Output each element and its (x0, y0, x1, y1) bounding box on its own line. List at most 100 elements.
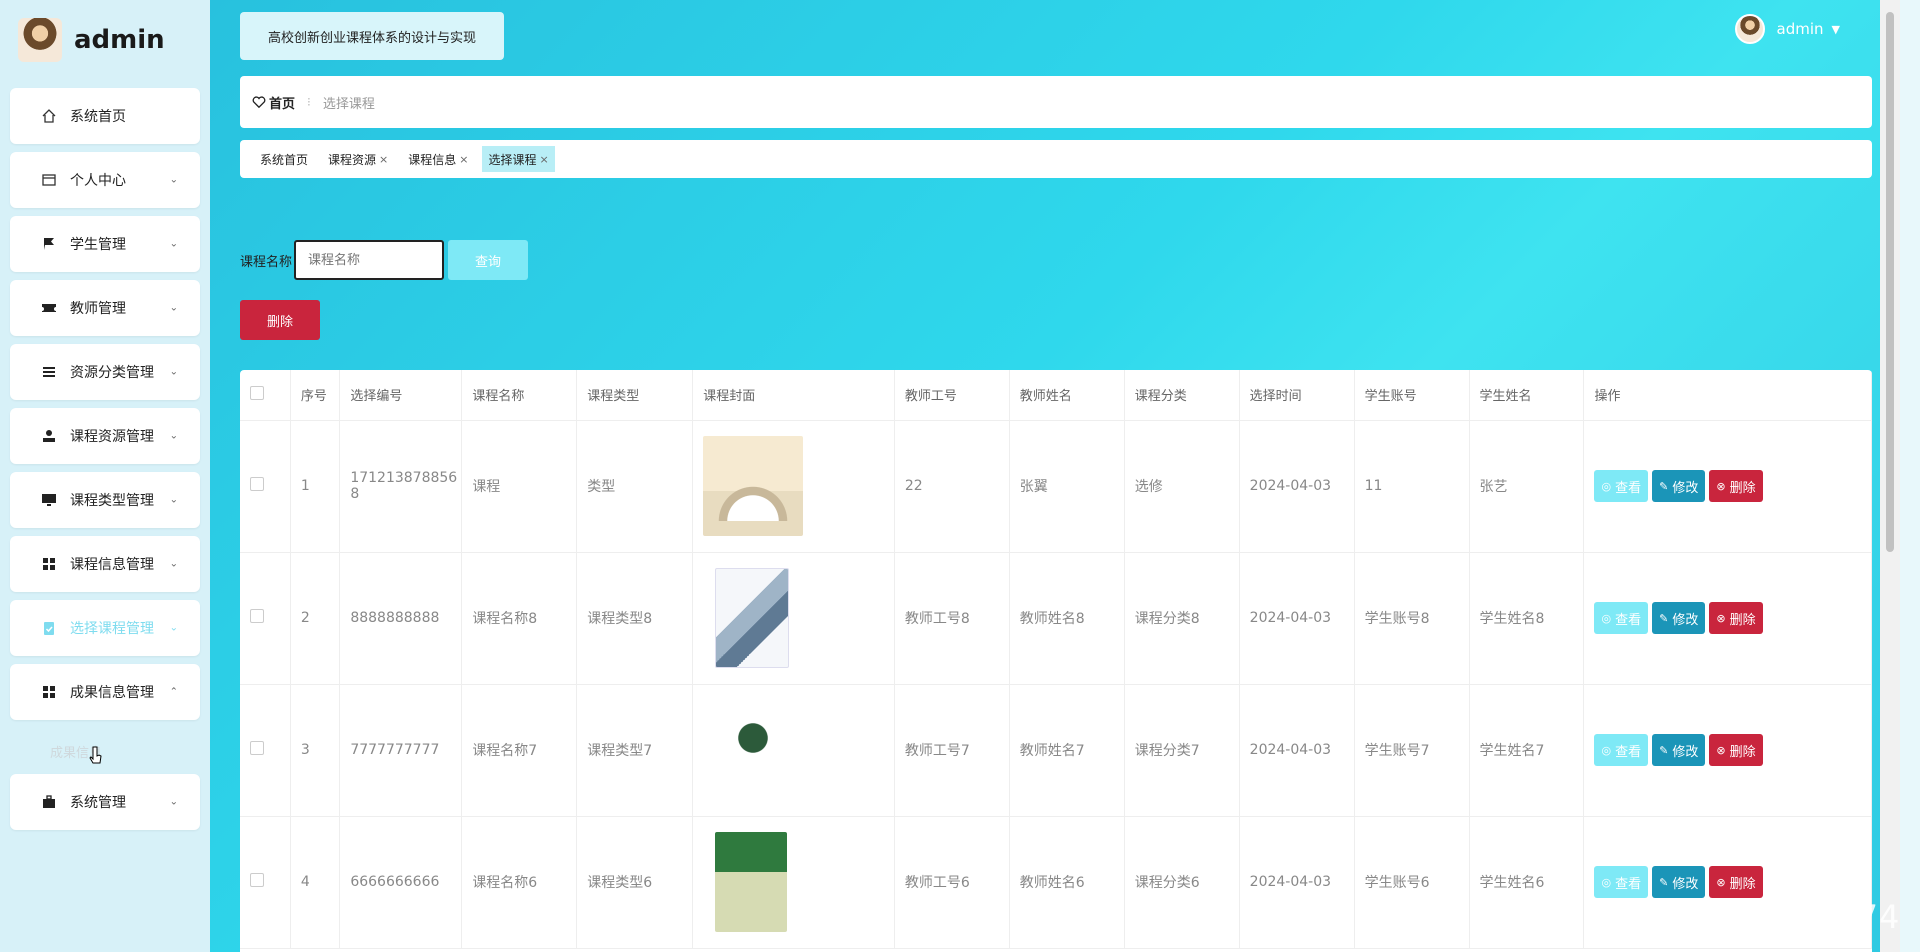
cell-student-no: 学生账号7 (1354, 684, 1470, 817)
sidebar-item-course-info[interactable]: 课程信息管理 ⌄ (10, 536, 200, 592)
cell-actions: ◎ 查看 ✎ 修改 ⊗ 删除 (1583, 684, 1872, 817)
delete-label: 删除 (1729, 612, 1756, 628)
breadcrumb-home-label: 首页 (269, 96, 296, 112)
tab-course-resource[interactable]: 课程资源 × (322, 146, 394, 172)
sidebar-item-label: 选择课程管理 (70, 621, 154, 637)
scrollbar-thumb[interactable] (1886, 12, 1894, 552)
tab-label: 课程资源 (328, 152, 377, 167)
column-header: 课程封面 (692, 370, 895, 421)
pencil-icon: ✎ (1659, 479, 1669, 493)
edit-button[interactable]: ✎ 修改 (1652, 470, 1706, 502)
close-icon[interactable]: × (379, 153, 388, 166)
delete-circle-icon: ⊗ (1716, 479, 1726, 493)
avatar (18, 18, 62, 62)
cell-category: 课程分类7 (1124, 684, 1240, 817)
edit-button[interactable]: ✎ 修改 (1652, 734, 1706, 766)
user-menu[interactable]: admin ▼ (1734, 14, 1840, 44)
cell-student-name: 学生姓名8 (1469, 552, 1585, 685)
sidebar-item-achievement[interactable]: 成果信息管理 ⌃ (10, 664, 200, 720)
vertical-scrollbar[interactable] (1880, 0, 1900, 952)
column-header: 学生姓名 (1469, 370, 1585, 421)
sidebar-item-course-resource[interactable]: 课程资源管理 ⌄ (10, 408, 200, 464)
column-header: 学生账号 (1354, 370, 1470, 421)
data-table: 序号 选择编号 课程名称 课程类型 课程封面 教师工号 教师姓名 课程分类 选择… (240, 370, 1872, 952)
person-icon (40, 427, 58, 445)
sidebar-item-label: 课程信息管理 (70, 557, 154, 573)
tab-course-info[interactable]: 课程信息 × (402, 146, 474, 172)
cell-teacher-name: 教师姓名7 (1009, 684, 1125, 817)
pencil-icon: ✎ (1659, 743, 1669, 757)
cell-teacher-no: 教师工号7 (894, 684, 1010, 817)
sidebar-item-course-type[interactable]: 课程类型管理 ⌄ (10, 472, 200, 528)
search-button[interactable]: 查询 (448, 240, 529, 280)
chevron-down-icon: ⌄ (169, 238, 178, 250)
tab-label: 选择课程 (488, 152, 537, 167)
delete-label: 删除 (1729, 744, 1756, 760)
edit-button[interactable]: ✎ 修改 (1652, 866, 1706, 898)
row-checkbox[interactable] (250, 873, 264, 887)
course-cover-image[interactable] (715, 832, 788, 932)
cell-student-name: 张艺 (1469, 420, 1585, 553)
sidebar-item-system[interactable]: 系统管理 ⌄ (10, 774, 200, 830)
system-title: 高校创新创业课程体系的设计与实现 (240, 12, 504, 60)
tab-bar: 系统首页 课程资源 × 课程信息 × 选择课程 × (240, 140, 1872, 178)
course-cover-image[interactable] (703, 700, 804, 800)
cell-cover (692, 552, 895, 685)
cell-teacher-name: 张翼 (1009, 420, 1125, 553)
table-row: 3 7777777777 课程名称7 课程类型7 教师工号7 教师姓名7 课程分… (240, 684, 1872, 817)
view-button[interactable]: ◎ 查看 (1594, 734, 1649, 766)
cell-teacher-no: 22 (894, 420, 1010, 553)
clipboard-icon (40, 619, 58, 637)
sidebar-item-label: 教师管理 (70, 301, 126, 317)
table-row: 1 1712138788568 课程 类型 22 张翼 选修 2024-04-0… (240, 420, 1872, 553)
view-button[interactable]: ◎ 查看 (1594, 866, 1649, 898)
chevron-down-icon: ⌄ (169, 622, 178, 634)
tab-course-selection[interactable]: 选择课程 × (482, 146, 555, 172)
tab-home[interactable]: 系统首页 (254, 146, 314, 172)
delete-button[interactable]: ⊗ 删除 (1709, 602, 1763, 634)
cell-category: 课程分类8 (1124, 552, 1240, 685)
sidebar-subitem-achievement-info[interactable]: 成果信息 (10, 728, 200, 774)
watermark: CSDN @QQ_3359892174 (1478, 898, 1901, 936)
view-label: 查看 (1615, 744, 1642, 760)
select-all-checkbox[interactable] (250, 385, 264, 400)
sidebar-item-teachers[interactable]: 教师管理 ⌄ (10, 280, 200, 336)
delete-button[interactable]: ⊗ 删除 (1709, 470, 1763, 502)
view-button[interactable]: ◎ 查看 (1594, 470, 1649, 502)
cell-time: 2024-04-03 (1239, 684, 1355, 817)
sidebar-item-resource-category[interactable]: 资源分类管理 ⌄ (10, 344, 200, 400)
sidebar-item-home[interactable]: 系统首页 (10, 88, 200, 144)
delete-button[interactable]: ⊗ 删除 (1709, 866, 1763, 898)
breadcrumb: 首页 ⁝ 选择课程 (240, 76, 1872, 128)
cell-student-name: 学生姓名7 (1469, 684, 1585, 817)
chevron-up-icon: ⌃ (169, 686, 178, 698)
cell-student-no: 学生账号8 (1354, 552, 1470, 685)
row-select-cell (240, 552, 291, 685)
course-name-input[interactable] (294, 240, 445, 280)
sidebar-item-label: 资源分类管理 (70, 365, 154, 381)
sidebar-item-students[interactable]: 学生管理 ⌄ (10, 216, 200, 272)
course-cover-image[interactable] (703, 436, 804, 536)
batch-delete-button[interactable]: 删除 (240, 300, 320, 340)
breadcrumb-home[interactable]: 首页 (252, 93, 295, 112)
table-row: 2 8888888888 课程名称8 课程类型8 教师工号8 教师姓名8 课程分… (240, 552, 1872, 685)
sidebar-menu: 系统首页 个人中心 ⌄ 学生管理 ⌄ 教师管理 ⌄ 资源分类管理 ⌄ 课程资源管… (10, 88, 200, 838)
view-button[interactable]: ◎ 查看 (1594, 602, 1649, 634)
close-icon[interactable]: × (540, 153, 549, 166)
chevron-down-icon: ⌄ (169, 366, 178, 378)
sidebar-item-course-selection[interactable]: 选择课程管理 ⌄ (10, 600, 200, 656)
row-checkbox[interactable] (250, 741, 264, 755)
eye-icon: ◎ (1601, 875, 1612, 889)
column-header: 课程分类 (1124, 370, 1240, 421)
cell-student-no: 11 (1354, 420, 1470, 553)
edit-button[interactable]: ✎ 修改 (1652, 602, 1706, 634)
cell-selection-id: 7777777777 (339, 684, 463, 817)
sidebar-item-personal[interactable]: 个人中心 ⌄ (10, 152, 200, 208)
course-cover-image[interactable] (715, 568, 790, 668)
row-checkbox[interactable] (250, 609, 264, 623)
close-icon[interactable]: × (459, 153, 468, 166)
delete-button[interactable]: ⊗ 删除 (1709, 734, 1763, 766)
main-content: 高校创新创业课程体系的设计与实现 admin ▼ 首页 ⁝ 选择课程 系统首页 … (210, 0, 1900, 952)
row-checkbox[interactable] (250, 477, 264, 491)
delete-circle-icon: ⊗ (1716, 611, 1726, 625)
